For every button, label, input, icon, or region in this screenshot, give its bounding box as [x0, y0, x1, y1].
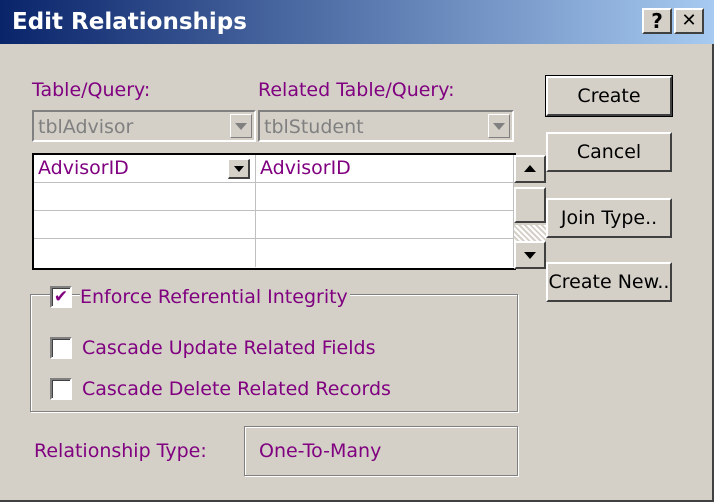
enforce-integrity-label: Enforce Referential Integrity	[80, 285, 350, 309]
relationship-type-value: One-To-Many	[259, 440, 382, 462]
edit-relationships-dialog: Edit Relationships ? ✕ Table/Query: Rela…	[0, 0, 714, 502]
cancel-button[interactable]: Cancel	[546, 132, 672, 172]
scroll-up-button[interactable]	[514, 155, 546, 183]
scroll-track[interactable]	[514, 225, 546, 241]
close-button[interactable]: ✕	[674, 8, 704, 34]
table-query-label: Table/Query:	[32, 79, 151, 101]
cascade-delete-checkbox[interactable]	[50, 378, 72, 400]
chevron-down-icon	[233, 166, 244, 172]
chevron-down-icon	[235, 123, 247, 130]
related-table-query-value: tblStudent	[264, 116, 364, 138]
relationship-type-label: Relationship Type:	[34, 440, 207, 462]
grid-cell-right[interactable]: AdvisorID	[256, 155, 514, 183]
relationship-type-box: One-To-Many	[244, 426, 518, 476]
grid-cell-right[interactable]	[256, 211, 514, 239]
scroll-down-button[interactable]	[514, 241, 546, 269]
window-title: Edit Relationships	[12, 9, 247, 35]
grid-cell-left[interactable]: AdvisorID	[34, 155, 256, 183]
grid-cell-left[interactable]	[34, 183, 256, 211]
grid-cell-right[interactable]	[256, 183, 514, 211]
title-bar[interactable]: Edit Relationships ? ✕	[0, 0, 714, 44]
scroll-thumb[interactable]	[514, 187, 546, 223]
related-table-query-combo[interactable]: tblStudent	[258, 110, 514, 142]
arrow-down-icon	[524, 252, 536, 259]
enforce-integrity-checkbox[interactable]: ✔	[50, 286, 72, 308]
chevron-down-icon	[493, 123, 505, 130]
create-new-button[interactable]: Create New..	[546, 262, 672, 302]
cascade-delete-label: Cascade Delete Related Records	[82, 378, 391, 400]
cascade-update-label: Cascade Update Related Fields	[82, 337, 376, 359]
create-button[interactable]: Create	[545, 75, 673, 117]
grid-cell-dropdown-button[interactable]	[228, 159, 250, 179]
grid-cell-left[interactable]	[34, 211, 256, 239]
field-grid: AdvisorID AdvisorID	[32, 153, 548, 270]
help-button[interactable]: ?	[642, 8, 672, 34]
grid-cell-right[interactable]	[256, 239, 514, 267]
related-table-query-dropdown-button[interactable]	[488, 114, 510, 138]
arrow-up-icon	[524, 165, 536, 172]
table-query-value: tblAdvisor	[38, 116, 134, 138]
grid-cell-left[interactable]	[34, 239, 256, 267]
cascade-update-checkbox[interactable]	[50, 337, 72, 359]
related-table-query-label: Related Table/Query:	[258, 79, 455, 101]
table-query-combo[interactable]: tblAdvisor	[32, 110, 256, 142]
grid-scrollbar[interactable]	[514, 155, 548, 269]
join-type-button[interactable]: Join Type..	[546, 198, 672, 238]
table-query-dropdown-button[interactable]	[230, 114, 252, 138]
